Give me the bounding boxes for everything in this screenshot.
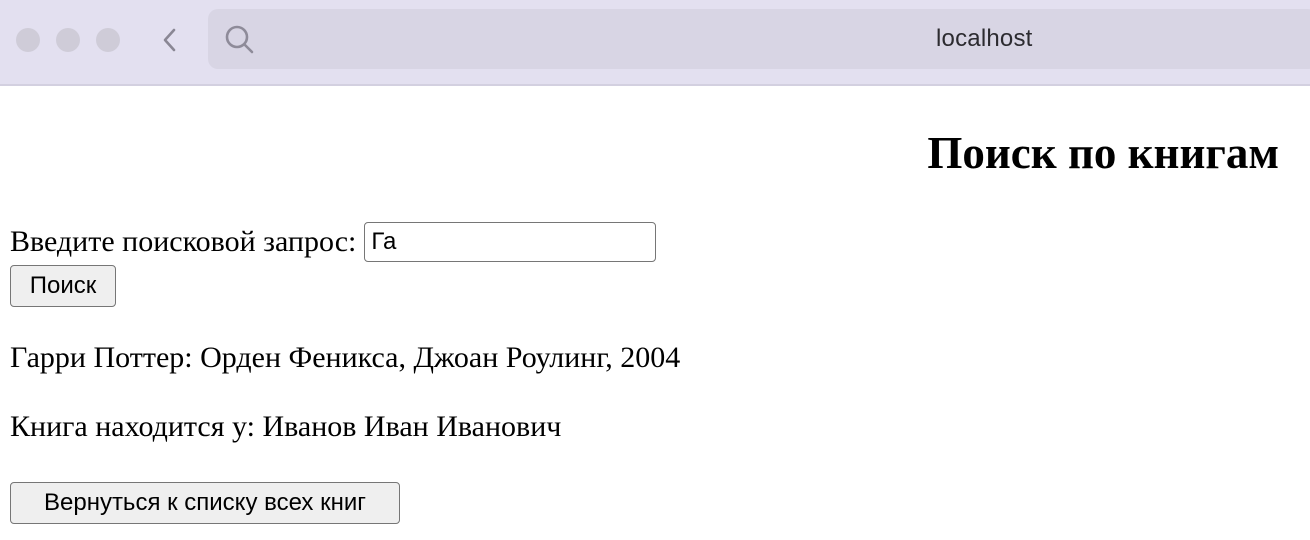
book-result: Гарри Поттер: Орден Феникса, Джоан Роули…	[10, 341, 681, 374]
back-to-list-button[interactable]: Вернуться к списку всех книг	[10, 482, 400, 524]
search-form: Введите поисковой запрос:	[10, 220, 657, 264]
search-label: Введите поисковой запрос:	[10, 225, 357, 258]
address-bar[interactable]: localhost	[208, 9, 1310, 69]
window-zoom-control[interactable]	[96, 28, 120, 52]
url-text[interactable]: localhost	[936, 25, 1033, 53]
chevron-left-icon	[163, 28, 176, 52]
back-button[interactable]	[152, 22, 188, 58]
window-minimize-control[interactable]	[56, 28, 80, 52]
search-input[interactable]	[364, 222, 657, 262]
book-holder: Книга находится у: Иванов Иван Иванович	[10, 410, 562, 443]
page-title: Поиск по книгам	[927, 128, 1279, 178]
window-close-control[interactable]	[16, 28, 40, 52]
search-button[interactable]: Поиск	[10, 265, 116, 307]
browser-toolbar: localhost	[0, 0, 1310, 86]
search-icon	[225, 25, 254, 54]
